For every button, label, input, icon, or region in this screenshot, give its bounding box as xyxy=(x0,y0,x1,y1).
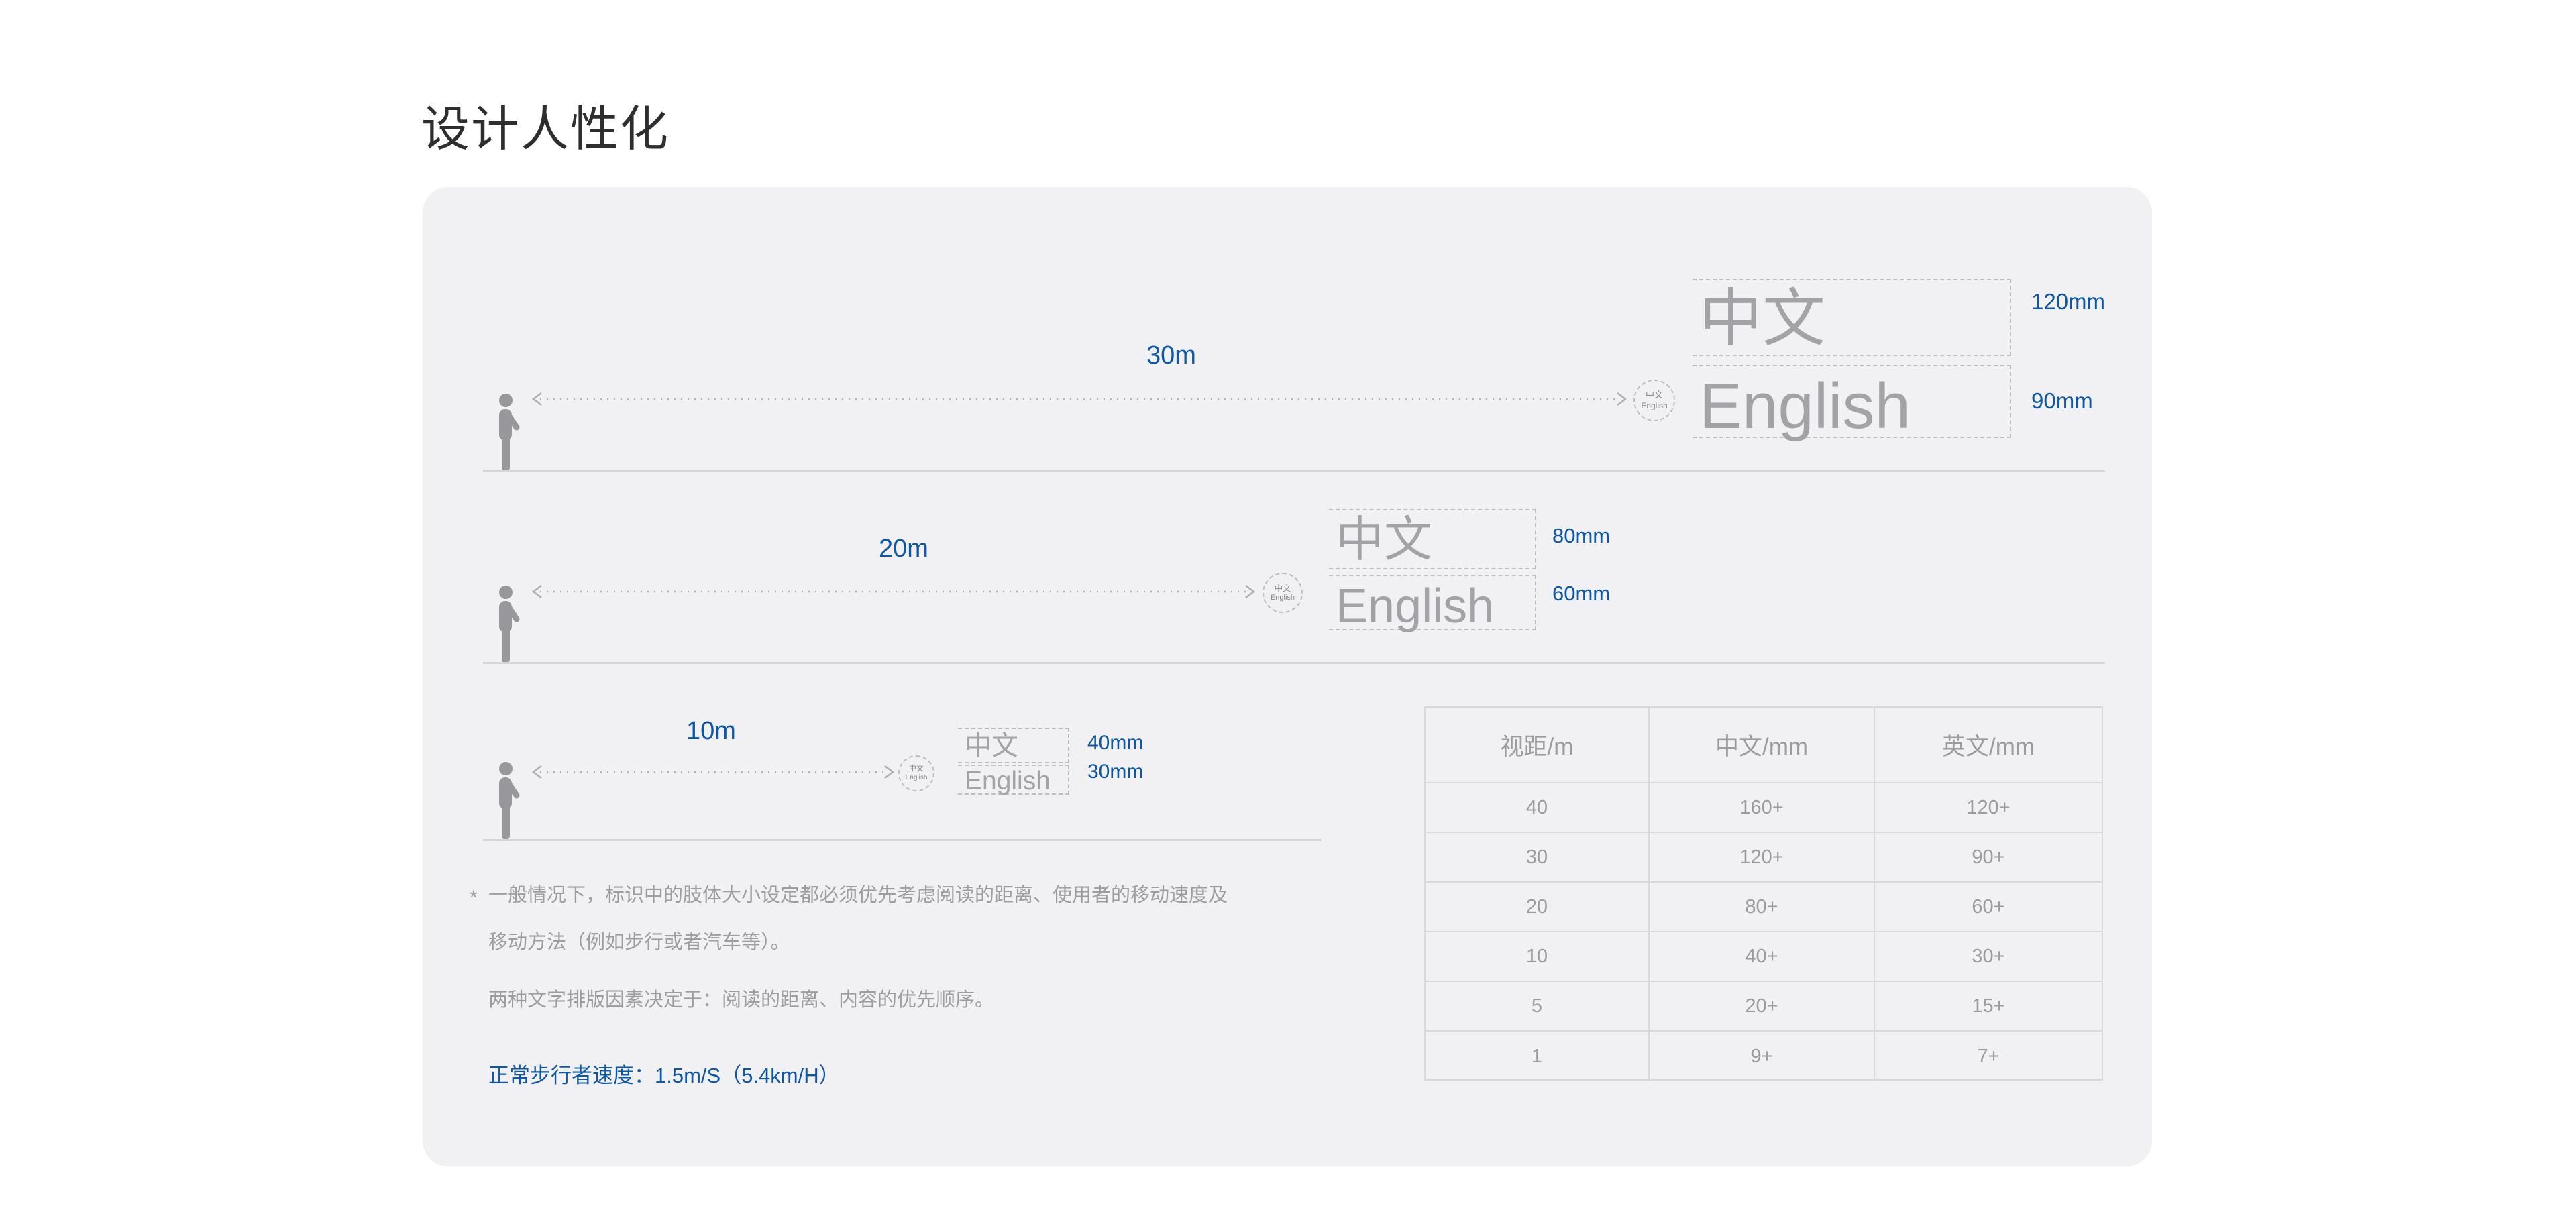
en-specimen-box-30m: English xyxy=(1693,365,2011,438)
ground-line-10m xyxy=(483,839,1322,841)
sign-circle-en-label: English xyxy=(1271,594,1295,603)
table-cell: 20 xyxy=(1426,883,1650,932)
distance-label-20m: 20m xyxy=(837,535,971,563)
person-icon-30m xyxy=(492,394,527,472)
sign-circle-en-label: English xyxy=(906,774,928,783)
table-header-distance: 视距/m xyxy=(1426,708,1650,783)
footnote-marker: * xyxy=(470,875,478,922)
table-cell: 10 xyxy=(1426,932,1650,982)
person-icon-10m xyxy=(492,762,527,840)
en-specimen-text: English xyxy=(1693,366,2010,447)
sign-circle-30m: 中文 English xyxy=(1633,380,1675,421)
table-cell: 30 xyxy=(1426,833,1650,883)
en-size-label-30m: 90mm xyxy=(2031,388,2093,414)
en-size-label-10m: 30mm xyxy=(1087,761,1143,783)
page-title: 设计人性化 xyxy=(421,99,669,160)
person-icon-20m xyxy=(492,586,527,663)
sight-line-30m xyxy=(529,390,1629,408)
cn-size-label-30m: 120mm xyxy=(2031,289,2105,315)
distance-label-10m: 10m xyxy=(644,717,778,746)
cn-size-label-20m: 80mm xyxy=(1552,524,1610,548)
sight-line-10m xyxy=(529,763,897,781)
footnote-line-3: 两种文字排版因素决定于：阅读的距离、内容的优先顺序。 xyxy=(488,977,1311,1024)
sign-circle-en-label: English xyxy=(1641,401,1667,411)
cn-specimen-text: 中文 xyxy=(1693,280,2010,356)
table-cell: 120+ xyxy=(1875,783,2102,833)
table-cell: 40 xyxy=(1426,783,1650,833)
en-specimen-box-10m: English xyxy=(958,765,1069,795)
walking-speed-note: 正常步行者速度：1.5m/S（5.4km/H） xyxy=(488,1058,840,1089)
table-cell: 60+ xyxy=(1875,883,2102,932)
sign-circle-cn-label: 中文 xyxy=(1275,584,1291,594)
cn-specimen-box-20m: 中文 xyxy=(1329,509,1536,569)
en-specimen-text: English xyxy=(1329,576,1535,637)
person-silhouette-icon xyxy=(492,762,527,840)
sign-circle-cn-label: 中文 xyxy=(1646,390,1663,400)
person-silhouette-icon xyxy=(492,586,527,663)
table-header-chinese: 中文/mm xyxy=(1650,708,1875,783)
footnote: * 一般情况下，标识中的肢体大小设定都必须优先考虑阅读的距离、使用者的移动速度及… xyxy=(466,872,1311,1024)
footnote-gap xyxy=(488,966,1311,977)
en-size-label-20m: 60mm xyxy=(1552,582,1610,606)
distance-label-30m: 30m xyxy=(1104,341,1238,370)
table-header-english: 英文/mm xyxy=(1875,708,2102,783)
cn-specimen-box-10m: 中文 xyxy=(958,728,1069,763)
table-cell: 80+ xyxy=(1650,883,1875,932)
sign-circle-20m: 中文 English xyxy=(1263,573,1303,613)
cn-specimen-text: 中文 xyxy=(1329,510,1535,569)
distance-table: 视距/m 中文/mm 英文/mm 40 160+ 120+ 30 120+ 90… xyxy=(1424,706,2103,1081)
table-cell: 40+ xyxy=(1650,932,1875,982)
table-cell: 90+ xyxy=(1875,833,2102,883)
table-cell: 120+ xyxy=(1650,833,1875,883)
table-cell: 20+ xyxy=(1650,982,1875,1032)
ground-line-30m xyxy=(483,470,2105,472)
table-cell: 5 xyxy=(1426,982,1650,1032)
cn-size-label-10m: 40mm xyxy=(1087,732,1143,755)
sight-line-20m xyxy=(529,583,1258,600)
table-cell: 1 xyxy=(1426,1032,1650,1081)
footnote-line-1: 一般情况下，标识中的肢体大小设定都必须优先考虑阅读的距离、使用者的移动速度及 xyxy=(488,872,1311,919)
en-specimen-box-20m: English xyxy=(1329,575,1536,630)
ground-line-20m xyxy=(483,662,2105,664)
table-cell: 7+ xyxy=(1875,1032,2102,1081)
table-cell: 15+ xyxy=(1875,982,2102,1032)
cn-specimen-box-30m: 中文 xyxy=(1693,279,2011,356)
footnote-line-2: 移动方法（例如步行或者汽车等）。 xyxy=(488,919,1311,966)
en-specimen-text: English xyxy=(958,766,1068,797)
sign-circle-10m: 中文 English xyxy=(898,755,934,791)
page: 设计人性化 30m 中文 English 中文 xyxy=(0,0,2576,1214)
table-cell: 160+ xyxy=(1650,783,1875,833)
sign-circle-cn-label: 中文 xyxy=(909,765,924,774)
table-cell: 30+ xyxy=(1875,932,2102,982)
table-cell: 9+ xyxy=(1650,1032,1875,1081)
cn-specimen-text: 中文 xyxy=(958,729,1068,763)
person-silhouette-icon xyxy=(492,394,527,472)
